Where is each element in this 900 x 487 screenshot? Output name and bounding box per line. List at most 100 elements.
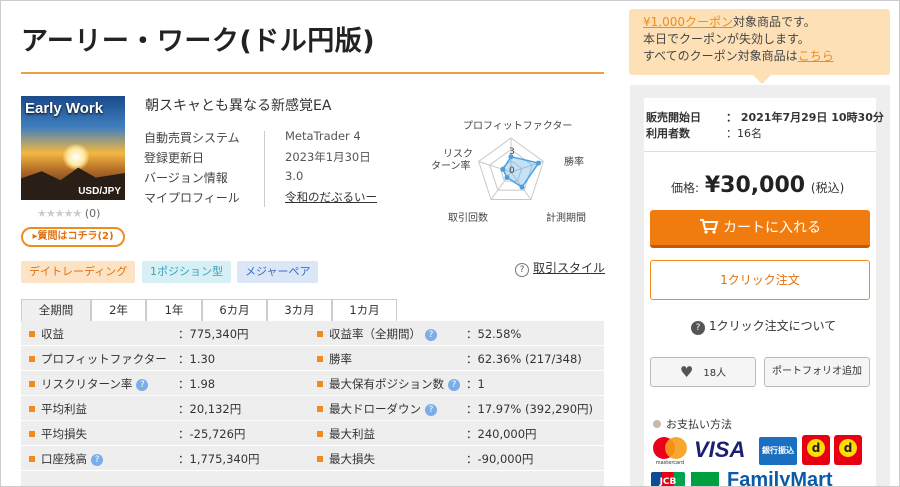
users-value: ：16名 (726, 127, 762, 140)
tag-major-pair[interactable]: メジャーペア (237, 261, 319, 283)
question-icon: ? (515, 263, 529, 277)
stat-label: 最大利益 (329, 427, 375, 441)
bullet-icon (29, 456, 35, 462)
price: 価格: ¥30,000 (税込) (671, 173, 844, 198)
help-icon[interactable]: ? (425, 329, 437, 341)
tab-1y[interactable]: 1年 (146, 299, 202, 321)
radar-scale-max: 3 (509, 147, 515, 157)
one-click-order-button[interactable]: 1クリック注文 (650, 260, 870, 300)
dot-icon (653, 420, 661, 428)
radar-label-period: 計測期間 (546, 213, 586, 224)
add-portfolio-button[interactable]: ポートフォリオ追加 (764, 357, 870, 387)
tab-6m[interactable]: 6カ月 (202, 299, 267, 321)
radar-label-profit-factor: プロフィットファクター (463, 121, 573, 132)
price-amount: ¥30,000 (704, 173, 806, 198)
coupon-line-1: ¥1,000クーポン対象商品です。 (643, 15, 816, 29)
d-daily-logo: d (834, 435, 862, 465)
trade-style-link[interactable]: ? 取引スタイル (515, 259, 605, 277)
stat-value: ：52.58% (466, 327, 522, 341)
coupon-amount-link[interactable]: ¥1,000クーポン (643, 15, 733, 29)
radar-label-win-rate: 勝率 (564, 157, 584, 168)
tab-all[interactable]: 全期間 (21, 299, 91, 321)
info-key: 自動売買システム (144, 131, 240, 145)
radar-label-trades: 取引回数 (448, 213, 488, 224)
question-button[interactable]: ▸質問はコチラ(2) (21, 227, 125, 247)
stat-value: ：1.98 (178, 377, 216, 391)
info-value: 2023年1月30日 (285, 150, 371, 164)
familymart-logo: FamilyMart (727, 469, 833, 487)
jcb-logo: JCB (651, 472, 685, 486)
bullet-icon (29, 331, 35, 337)
stat-label: プロフィットファクター (41, 352, 167, 366)
profile-link[interactable]: 令和のだぶるいー (285, 189, 425, 205)
question-icon: ? (691, 321, 705, 335)
info-key: 登録更新日 (144, 151, 205, 165)
sale-start-value: ： 2021年7月29日 10時30分 (726, 111, 884, 124)
title-divider (21, 72, 604, 74)
stat-label: 平均利益 (41, 402, 87, 416)
coupon-line-3: すべてのクーポン対象商品はこちら (643, 49, 834, 63)
review-rating[interactable]: ★★★★★ (0) (37, 207, 100, 220)
tag-daytrading[interactable]: デイトレーディング (21, 261, 136, 283)
page-title: アーリー・ワーク(ドル円版) (21, 26, 376, 57)
d-payment-logo: d (802, 435, 830, 465)
stat-value: ：1 (466, 377, 485, 391)
tab-3m[interactable]: 3カ月 (267, 299, 332, 321)
radar-point (535, 160, 541, 166)
info-key: マイプロフィール (144, 191, 240, 205)
bank-transfer-logo: 銀行振込 (759, 437, 797, 465)
visa-logo: VISA (694, 437, 746, 462)
help-icon[interactable]: ? (425, 404, 437, 416)
bullet-icon (317, 406, 323, 412)
sun-graphic (63, 144, 89, 170)
stat-label: 勝率 (329, 352, 352, 366)
info-separator (264, 131, 265, 207)
bullet-icon (29, 406, 35, 412)
tab-2y[interactable]: 2年 (91, 299, 146, 321)
info-value: 3.0 (285, 169, 304, 183)
info-key: バージョン情報 (144, 171, 228, 185)
table-row: リスクリターン率? ：1.98 最大保有ポジション数? ：1 (21, 371, 604, 396)
payment-title: お支払い方法 (653, 416, 732, 432)
stat-label: 最大保有ポジション数? (329, 376, 460, 392)
price-label: 価格: (671, 181, 700, 195)
product-image-pair: USD/JPY (78, 186, 121, 197)
stat-value: ：20,132円 (178, 402, 242, 416)
stat-value: ：1.30 (178, 352, 216, 366)
trade-style-label: 取引スタイル (533, 261, 606, 275)
coupon-all-link[interactable]: こちら (798, 49, 834, 63)
tab-1m[interactable]: 1カ月 (332, 299, 397, 321)
bullet-icon (317, 456, 323, 462)
info-value: MetaTrader 4 (285, 129, 361, 143)
stat-value: ：62.36% (217/348) (466, 352, 582, 366)
stat-label: 口座残高? (41, 451, 103, 467)
stat-label: 収益率（全期間）? (329, 326, 437, 342)
favorite-button[interactable]: ♥ 18人 (650, 357, 756, 387)
stat-label: 最大損失 (329, 452, 375, 466)
help-icon[interactable]: ? (136, 379, 149, 391)
product-image-title: Early Work (25, 100, 104, 117)
heart-icon: ♥ (679, 363, 694, 381)
bullet-icon (317, 331, 323, 337)
stat-value: ：1,775,340円 (178, 452, 260, 466)
table-row: プロフィットファクター ：1.30 勝率 ：62.36% (217/348) (21, 346, 604, 371)
add-to-cart-button[interactable]: カートに入れる (650, 210, 870, 248)
help-icon[interactable]: ? (91, 454, 103, 466)
star-icons: ★★★★★ (37, 207, 82, 220)
help-icon[interactable]: ? (448, 379, 460, 391)
stats-table: 収益 ：775,340円 収益率（全期間）? ：52.58% プロフィットファク… (21, 321, 604, 486)
table-row: 口座残高? ：1,775,340円 最大損失 ：-90,000円 (21, 446, 604, 471)
stat-value: ：240,000円 (466, 427, 537, 441)
review-count: (0) (84, 207, 101, 220)
table-row: 平均損失 ：-25,726円 最大利益 ：240,000円 (21, 421, 604, 446)
product-tagline: 朝スキャとも異なる新感覚EA (145, 98, 332, 114)
users-label: 利用者数 (646, 127, 690, 140)
familymart-icon (691, 472, 719, 486)
bullet-icon (29, 356, 35, 362)
radar-point (519, 184, 525, 190)
tag-one-position[interactable]: 1ポジション型 (142, 261, 231, 283)
about-one-click-link[interactable]: ? 1クリック注文について (691, 317, 836, 335)
product-image[interactable]: Early Work USD/JPY (21, 96, 125, 200)
bullet-icon (29, 381, 35, 387)
price-tax: (税込) (810, 181, 845, 195)
